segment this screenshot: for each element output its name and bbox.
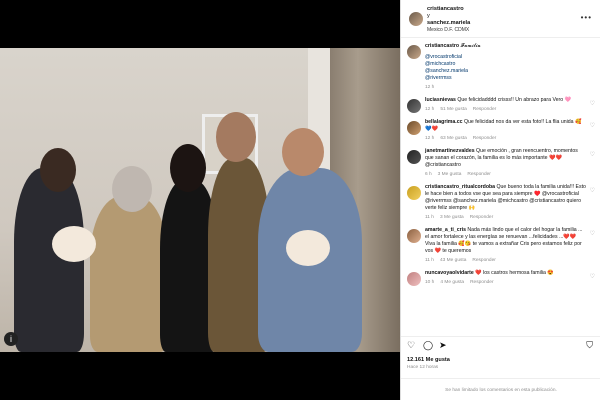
post-sidebar: cristiancastro y sanchez.mariela Mexico … bbox=[400, 0, 600, 400]
comment-avatar[interactable] bbox=[407, 99, 421, 113]
caption-username[interactable]: cristiancastro bbox=[425, 43, 459, 49]
coauthor-username[interactable]: sanchez.mariela bbox=[427, 20, 470, 27]
heart-icon[interactable]: ♡ bbox=[590, 123, 595, 130]
caption-mention[interactable]: @michcastro bbox=[425, 61, 587, 68]
photo-head-4 bbox=[216, 112, 256, 162]
comment-item: janetmartinezvaldes Que emoción , gran r… bbox=[401, 145, 600, 181]
photo-head-3 bbox=[170, 144, 206, 192]
heart-icon[interactable]: ♡ bbox=[590, 274, 595, 281]
comment-item: amarte_a_ti_cris Nada más lindo que el c… bbox=[401, 224, 600, 267]
more-icon[interactable]: ••• bbox=[581, 13, 592, 22]
comment-likes[interactable]: 63 Me gusta bbox=[440, 136, 466, 141]
comment-avatar[interactable] bbox=[407, 121, 421, 135]
caption-mention[interactable]: @vrocastroficial bbox=[425, 54, 587, 61]
author-avatar[interactable] bbox=[409, 12, 423, 26]
comment-item: nuncavoyaolvidarte ❤️ los castros hermos… bbox=[401, 267, 600, 289]
photo-head-2 bbox=[112, 166, 152, 212]
comment-avatar[interactable] bbox=[407, 229, 421, 243]
caption-avatar[interactable] bbox=[407, 45, 421, 59]
comment-avatar[interactable] bbox=[407, 150, 421, 164]
comment-username[interactable]: janetmartinezvaldes bbox=[425, 148, 475, 154]
comment-time: 6 h bbox=[425, 172, 432, 177]
post-header: cristiancastro y sanchez.mariela Mexico … bbox=[401, 0, 600, 38]
heart-icon[interactable]: ♡ bbox=[590, 231, 595, 238]
heart-icon[interactable]: ♡ bbox=[590, 152, 595, 159]
comment-time: 11 h bbox=[425, 258, 434, 263]
post-actions: ♡ ◯ ➤ ⛉ bbox=[401, 336, 600, 352]
comment-item: luciasnievas Que felicidadddd crisss!! U… bbox=[401, 94, 600, 116]
post-time[interactable]: Hace 12 horas bbox=[407, 365, 438, 370]
comment-avatar[interactable] bbox=[407, 186, 421, 200]
info-icon[interactable]: i bbox=[4, 332, 18, 346]
comment-likes[interactable]: 51 Me gusta bbox=[440, 107, 466, 112]
comments-list[interactable]: cristiancastro 𝓕𝓪𝓶𝓲𝓵𝓲𝓪 @vrocastroficial … bbox=[401, 40, 600, 330]
heart-icon[interactable]: ♡ bbox=[590, 188, 595, 195]
photo-dog-1 bbox=[52, 226, 96, 262]
comments-limited-notice: Se han limitado los comentarios en esta … bbox=[401, 378, 600, 400]
comment-likes[interactable]: 4 Me gusta bbox=[440, 280, 464, 285]
reply-button[interactable]: Responder bbox=[473, 136, 496, 141]
caption-text: 𝓕𝓪𝓶𝓲𝓵𝓲𝓪 bbox=[460, 43, 481, 49]
reply-button[interactable]: Responder bbox=[470, 215, 493, 220]
heart-icon[interactable]: ♡ bbox=[407, 340, 415, 351]
comment-username[interactable]: bellalagrima.cc bbox=[425, 119, 463, 125]
comment-icon[interactable]: ◯ bbox=[423, 340, 433, 351]
comment-username[interactable]: amarte_a_ti_cris bbox=[425, 227, 466, 233]
post-caption: cristiancastro 𝓕𝓪𝓶𝓲𝓵𝓲𝓪 @vrocastroficial … bbox=[401, 40, 600, 94]
author-username[interactable]: cristiancastro bbox=[427, 6, 470, 13]
post-photo[interactable]: i bbox=[0, 48, 400, 352]
comment-text: ❤️ los castros hermosa familia 😍 bbox=[475, 270, 554, 276]
share-icon[interactable]: ➤ bbox=[439, 340, 447, 351]
comment-avatar[interactable] bbox=[407, 272, 421, 286]
bookmark-icon[interactable]: ⛉ bbox=[586, 340, 593, 351]
comment-item: bellalagrima.cc Que felicidad nos da ver… bbox=[401, 116, 600, 145]
author-connector: y bbox=[427, 13, 430, 19]
comment-likes[interactable]: 3 Me gusta bbox=[440, 215, 464, 220]
comment-time: 11 h bbox=[425, 215, 434, 220]
comment-time: 12 h bbox=[425, 136, 435, 141]
comment-username[interactable]: nuncavoyaolvidarte bbox=[425, 270, 474, 276]
comment-username[interactable]: luciasnievas bbox=[425, 97, 456, 103]
like-count[interactable]: 12.161 Me gusta bbox=[407, 357, 450, 363]
photo-dog-2 bbox=[286, 230, 330, 266]
post-location[interactable]: Mexico D.F. CDMX bbox=[427, 27, 470, 34]
heart-icon[interactable]: ♡ bbox=[590, 101, 595, 108]
caption-mention[interactable]: @riverrmss bbox=[425, 75, 587, 82]
reply-button[interactable]: Responder bbox=[467, 172, 490, 177]
post-header-text: cristiancastro y sanchez.mariela Mexico … bbox=[427, 6, 470, 34]
caption-mention[interactable]: @sanchez.mariela bbox=[425, 68, 587, 75]
reply-button[interactable]: Responder bbox=[470, 280, 493, 285]
instagram-post-viewer: i cristiancastro y sanchez.mariela Mexic… bbox=[0, 0, 600, 400]
comment-text: Que felicidadddd crisss!! Un abrazo para… bbox=[457, 97, 572, 103]
photo-person-2 bbox=[90, 196, 168, 352]
reply-button[interactable]: Responder bbox=[473, 107, 496, 112]
comment-time: 10 h bbox=[425, 280, 435, 285]
comment-likes[interactable]: 43 Me gusta bbox=[440, 258, 466, 263]
comment-time: 12 h bbox=[425, 107, 435, 112]
photo-head-1 bbox=[40, 148, 76, 192]
photo-head-5 bbox=[282, 128, 324, 176]
caption-time: 12 h bbox=[425, 85, 435, 90]
comment-item: cristiancastro_ritualcordoba Que bueno t… bbox=[401, 181, 600, 224]
reply-button[interactable]: Responder bbox=[472, 258, 495, 263]
comment-likes[interactable]: 3 Me gusta bbox=[438, 172, 462, 177]
comment-username[interactable]: cristiancastro_ritualcordoba bbox=[425, 184, 495, 190]
